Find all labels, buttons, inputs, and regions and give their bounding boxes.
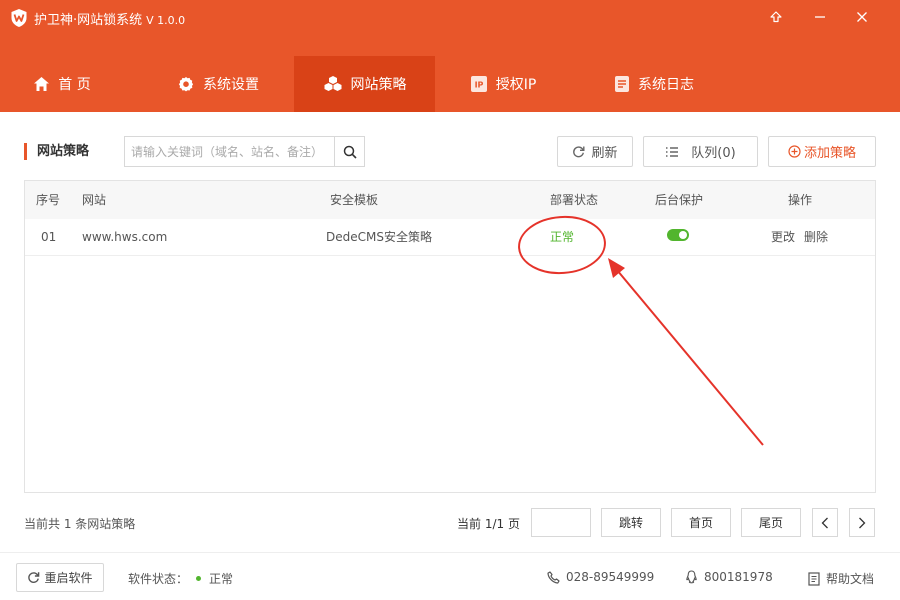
close-button[interactable]: [850, 6, 874, 28]
column-header-backend: 后台保护: [655, 193, 704, 207]
tab-system-log-label: 系统日志: [638, 77, 694, 93]
minimize-button[interactable]: [808, 6, 832, 28]
app-header: 护卫神·网站锁系统 V 1.0.0 首 页 系统设置 网站策略 IP 授权IP …: [0, 0, 900, 112]
help-docs-label: 帮助文档: [826, 572, 875, 586]
software-status: 软件状态： 正常: [128, 570, 233, 587]
restart-label: 重启软件: [44, 571, 93, 585]
search-input[interactable]: [125, 137, 335, 166]
home-icon: [33, 76, 50, 92]
phone-number: 028-89549999: [566, 570, 655, 584]
tab-site-policy-label: 网站策略: [350, 77, 407, 93]
search-button[interactable]: [334, 137, 364, 166]
gear-icon: [177, 75, 195, 93]
main-tabs: 首 页 系统设置 网站策略 IP 授权IP 系统日志: [0, 56, 900, 112]
refresh-icon: [572, 145, 585, 158]
plus-circle-icon: [788, 145, 801, 158]
add-policy-label: 添加策略: [803, 146, 856, 161]
help-docs-link[interactable]: 帮助文档: [808, 570, 874, 587]
column-header-actions: 操作: [788, 193, 813, 207]
row-site: www.hws.com: [82, 230, 168, 244]
add-policy-button[interactable]: 添加策略: [768, 136, 876, 167]
footer-qq: 800181978: [685, 570, 773, 584]
row-status: 正常: [550, 230, 575, 244]
software-status-label: 软件状态：: [128, 572, 189, 586]
table-row[interactable]: 01 www.hws.com DedeCMS安全策略 正常 更改 删除: [25, 219, 875, 256]
list-icon: [665, 146, 679, 158]
jump-button[interactable]: 跳转: [601, 508, 661, 537]
tab-home[interactable]: 首 页: [22, 56, 102, 112]
app-version: V 1.0.0: [146, 14, 186, 27]
close-icon: [857, 12, 867, 22]
section-title: 网站策略: [24, 143, 89, 160]
minimize-icon: [815, 16, 825, 18]
total-count: 当前共 1 条网站策略: [24, 517, 136, 531]
arrow-up-icon: [770, 11, 782, 23]
qq-number: 800181978: [704, 570, 773, 584]
log-icon: [614, 75, 630, 93]
column-header-template: 安全模板: [330, 193, 379, 207]
refresh-label: 刷新: [591, 146, 618, 161]
delete-link[interactable]: 删除: [804, 219, 828, 255]
refresh-button[interactable]: 刷新: [557, 136, 633, 167]
column-header-index: 序号: [36, 193, 61, 207]
row-template: DedeCMS安全策略: [326, 230, 432, 244]
shield-logo-icon: [10, 8, 28, 28]
backend-protection-toggle[interactable]: [667, 229, 689, 241]
row-index: 01: [41, 230, 57, 244]
software-status-value: 正常: [209, 572, 234, 586]
prev-page-button[interactable]: [812, 508, 838, 537]
chevron-right-icon: [859, 517, 866, 528]
tab-home-label: 首 页: [58, 77, 91, 93]
app-title: 护卫神·网站锁系统 V 1.0.0: [34, 9, 185, 28]
column-header-site: 网站: [82, 193, 107, 207]
tab-settings-label: 系统设置: [203, 77, 259, 93]
svg-text:IP: IP: [474, 81, 483, 90]
document-icon: [808, 571, 820, 586]
tab-site-policy[interactable]: 网站策略: [294, 56, 435, 112]
tab-authorized-ip-label: 授权IP: [495, 77, 537, 93]
page-info: 当前 1/1 页: [457, 517, 520, 531]
edit-link[interactable]: 更改: [771, 219, 795, 255]
page-number-input[interactable]: [531, 508, 591, 537]
first-page-button[interactable]: 首页: [671, 508, 731, 537]
upgrade-button[interactable]: [764, 6, 788, 28]
cubes-icon: [323, 75, 343, 93]
search-box: [124, 136, 365, 167]
ip-icon: IP: [470, 75, 488, 93]
status-dot-icon: [196, 576, 202, 581]
app-title-text: 护卫神·网站锁系统: [34, 13, 143, 28]
tab-authorized-ip[interactable]: IP 授权IP: [462, 56, 544, 112]
search-icon: [343, 145, 357, 159]
qq-icon: [685, 570, 698, 584]
phone-icon: [547, 570, 560, 584]
restart-icon: [27, 571, 40, 584]
chevron-left-icon: [821, 517, 828, 528]
queue-label: 队列(0): [691, 146, 736, 161]
tab-system-log[interactable]: 系统日志: [606, 56, 702, 112]
restart-button[interactable]: 重启软件: [16, 563, 104, 592]
title-bar: 护卫神·网站锁系统 V 1.0.0: [0, 0, 900, 36]
policy-table: 序号 网站 安全模板 部署状态 后台保护 操作 01 www.hws.com D…: [24, 180, 876, 493]
table-header: 序号 网站 安全模板 部署状态 后台保护 操作: [25, 181, 875, 219]
next-page-button[interactable]: [849, 508, 875, 537]
tab-settings[interactable]: 系统设置: [168, 56, 268, 112]
footer-phone: 028-89549999: [547, 570, 654, 584]
column-header-status: 部署状态: [550, 193, 599, 207]
last-page-button[interactable]: 尾页: [741, 508, 801, 537]
footer-divider: [0, 552, 900, 553]
queue-button[interactable]: 队列(0): [643, 136, 758, 167]
